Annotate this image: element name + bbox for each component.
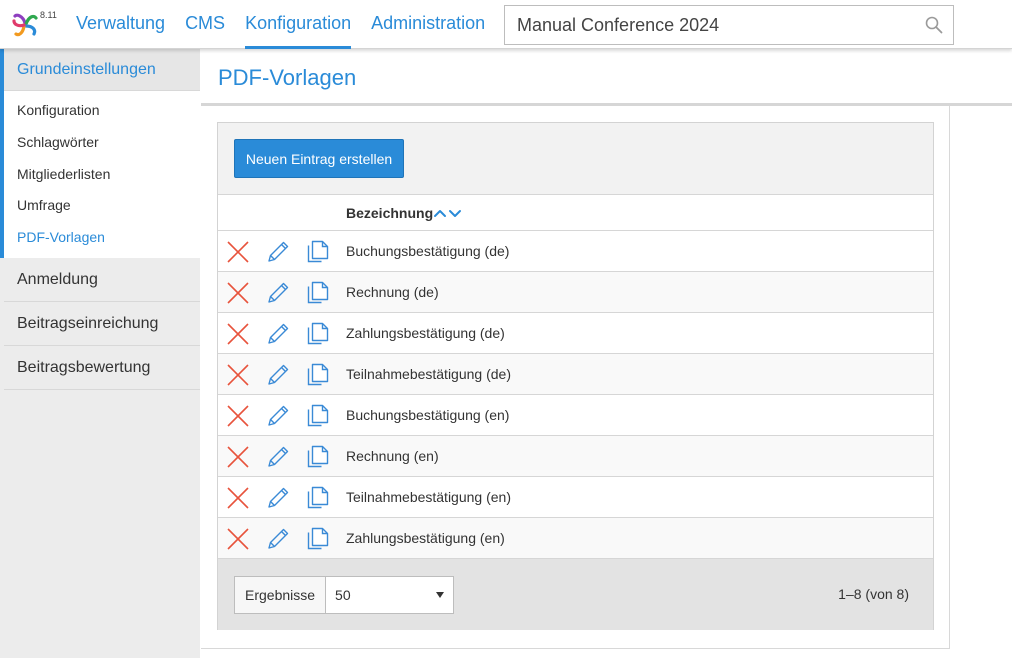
sidebar-item-konfiguration[interactable]: Konfiguration: [4, 95, 200, 127]
sidebar-item-schlagwoerter[interactable]: Schlagwörter: [4, 127, 200, 159]
app-version: 8.11: [40, 10, 57, 20]
table-row: Rechnung (de): [218, 272, 933, 313]
top-bar: 8.11 Verwaltung CMS Konfiguration Admini…: [0, 0, 1012, 49]
template-name[interactable]: Rechnung (en): [346, 448, 439, 464]
sidebar-group-label[interactable]: Grundeinstellungen: [4, 49, 200, 91]
copy-icon[interactable]: [306, 240, 330, 264]
table-row: Zahlungsbestätigung (en): [218, 518, 933, 559]
delete-icon[interactable]: [226, 445, 250, 469]
page-title: PDF-Vorlagen: [218, 65, 357, 90]
pencil-icon[interactable]: [266, 322, 290, 346]
nav-cms[interactable]: CMS: [185, 0, 225, 49]
pagination-bar: Ergebnisse 50 1–8 (von 8): [218, 559, 933, 630]
copy-icon[interactable]: [306, 404, 330, 428]
main-content: PDF-Vorlagen Neuen Eintrag erstellen Bez…: [201, 49, 1012, 658]
sidebar-item-umfrage[interactable]: Umfrage: [4, 190, 200, 222]
table-row: Zahlungsbestätigung (de): [218, 313, 933, 354]
search-icon[interactable]: [925, 16, 943, 34]
conference-search: [504, 5, 954, 45]
nav-konfiguration[interactable]: Konfiguration: [245, 0, 352, 49]
pencil-icon[interactable]: [266, 486, 290, 510]
table-row: Teilnahmebestätigung (en): [218, 477, 933, 518]
table-row: Buchungsbestätigung (en): [218, 395, 933, 436]
pdf-templates-table: Bezeichnung Buchungsbestätigung (de) Rec…: [218, 194, 933, 559]
sidebar-group-label[interactable]: Anmeldung: [4, 258, 200, 302]
pencil-icon[interactable]: [266, 527, 290, 551]
copy-icon[interactable]: [306, 363, 330, 387]
delete-icon[interactable]: [226, 281, 250, 305]
template-name[interactable]: Teilnahmebestätigung (de): [346, 366, 511, 382]
copy-icon[interactable]: [306, 445, 330, 469]
table-row: Teilnahmebestätigung (de): [218, 354, 933, 395]
sidebar-item-pdf-vorlagen[interactable]: PDF-Vorlagen: [4, 222, 200, 254]
column-header-bezeichnung[interactable]: Bezeichnung: [346, 205, 433, 221]
pencil-icon[interactable]: [266, 445, 290, 469]
delete-icon[interactable]: [226, 322, 250, 346]
copy-icon[interactable]: [306, 527, 330, 551]
result-range: 1–8 (von 8): [838, 586, 909, 602]
page-size-select[interactable]: 50: [326, 577, 454, 613]
sidebar: Grundeinstellungen Konfiguration Schlagw…: [0, 49, 200, 658]
table-header: Bezeichnung: [218, 194, 933, 231]
sidebar-group-anmeldung: Anmeldung: [0, 257, 200, 302]
pdf-templates-panel: Neuen Eintrag erstellen Bezeichnung Buch…: [217, 122, 934, 630]
delete-icon[interactable]: [226, 527, 250, 551]
delete-icon[interactable]: [226, 363, 250, 387]
nav-verwaltung[interactable]: Verwaltung: [76, 0, 165, 49]
results-label: Ergebnisse: [235, 577, 327, 613]
new-entry-button[interactable]: Neuen Eintrag erstellen: [234, 139, 404, 178]
template-name[interactable]: Teilnahmebestätigung (en): [346, 489, 511, 505]
results-per-page: Ergebnisse 50: [234, 576, 455, 614]
main-nav: Verwaltung CMS Konfiguration Administrat…: [76, 0, 505, 49]
sidebar-group-beitragsbewertung: Beitragsbewertung: [0, 345, 200, 390]
table-row: Buchungsbestätigung (de): [218, 231, 933, 272]
sort-icon[interactable]: [433, 207, 463, 219]
template-name[interactable]: Buchungsbestätigung (en): [346, 407, 509, 423]
nav-administration[interactable]: Administration: [371, 0, 485, 49]
delete-icon[interactable]: [226, 404, 250, 428]
sidebar-group-beitragseinreichung: Beitragseinreichung: [0, 301, 200, 346]
delete-icon[interactable]: [226, 486, 250, 510]
delete-icon[interactable]: [226, 240, 250, 264]
sidebar-group-label[interactable]: Beitragsbewertung: [4, 346, 200, 390]
pencil-icon[interactable]: [266, 363, 290, 387]
pencil-icon[interactable]: [266, 240, 290, 264]
sidebar-item-mitgliederlisten[interactable]: Mitgliederlisten: [4, 159, 200, 191]
sidebar-group-grundeinstellungen: Grundeinstellungen Konfiguration Schlagw…: [0, 49, 200, 258]
template-name[interactable]: Zahlungsbestätigung (en): [346, 530, 505, 546]
table-body: Buchungsbestätigung (de) Rechnung (de) Z…: [218, 231, 933, 559]
copy-icon[interactable]: [306, 486, 330, 510]
sidebar-submenu: Konfiguration Schlagwörter Mitgliederlis…: [4, 91, 200, 258]
page-size-value: 50: [335, 587, 351, 603]
template-name[interactable]: Zahlungsbestätigung (de): [346, 325, 505, 341]
sidebar-group-label[interactable]: Beitragseinreichung: [4, 302, 200, 346]
template-name[interactable]: Rechnung (de): [346, 284, 439, 300]
conference-search-input[interactable]: [505, 6, 905, 44]
copy-icon[interactable]: [306, 322, 330, 346]
pencil-icon[interactable]: [266, 281, 290, 305]
pencil-icon[interactable]: [266, 404, 290, 428]
template-name[interactable]: Buchungsbestätigung (de): [346, 243, 509, 259]
copy-icon[interactable]: [306, 281, 330, 305]
table-row: Rechnung (en): [218, 436, 933, 477]
caret-down-icon: [436, 592, 445, 598]
